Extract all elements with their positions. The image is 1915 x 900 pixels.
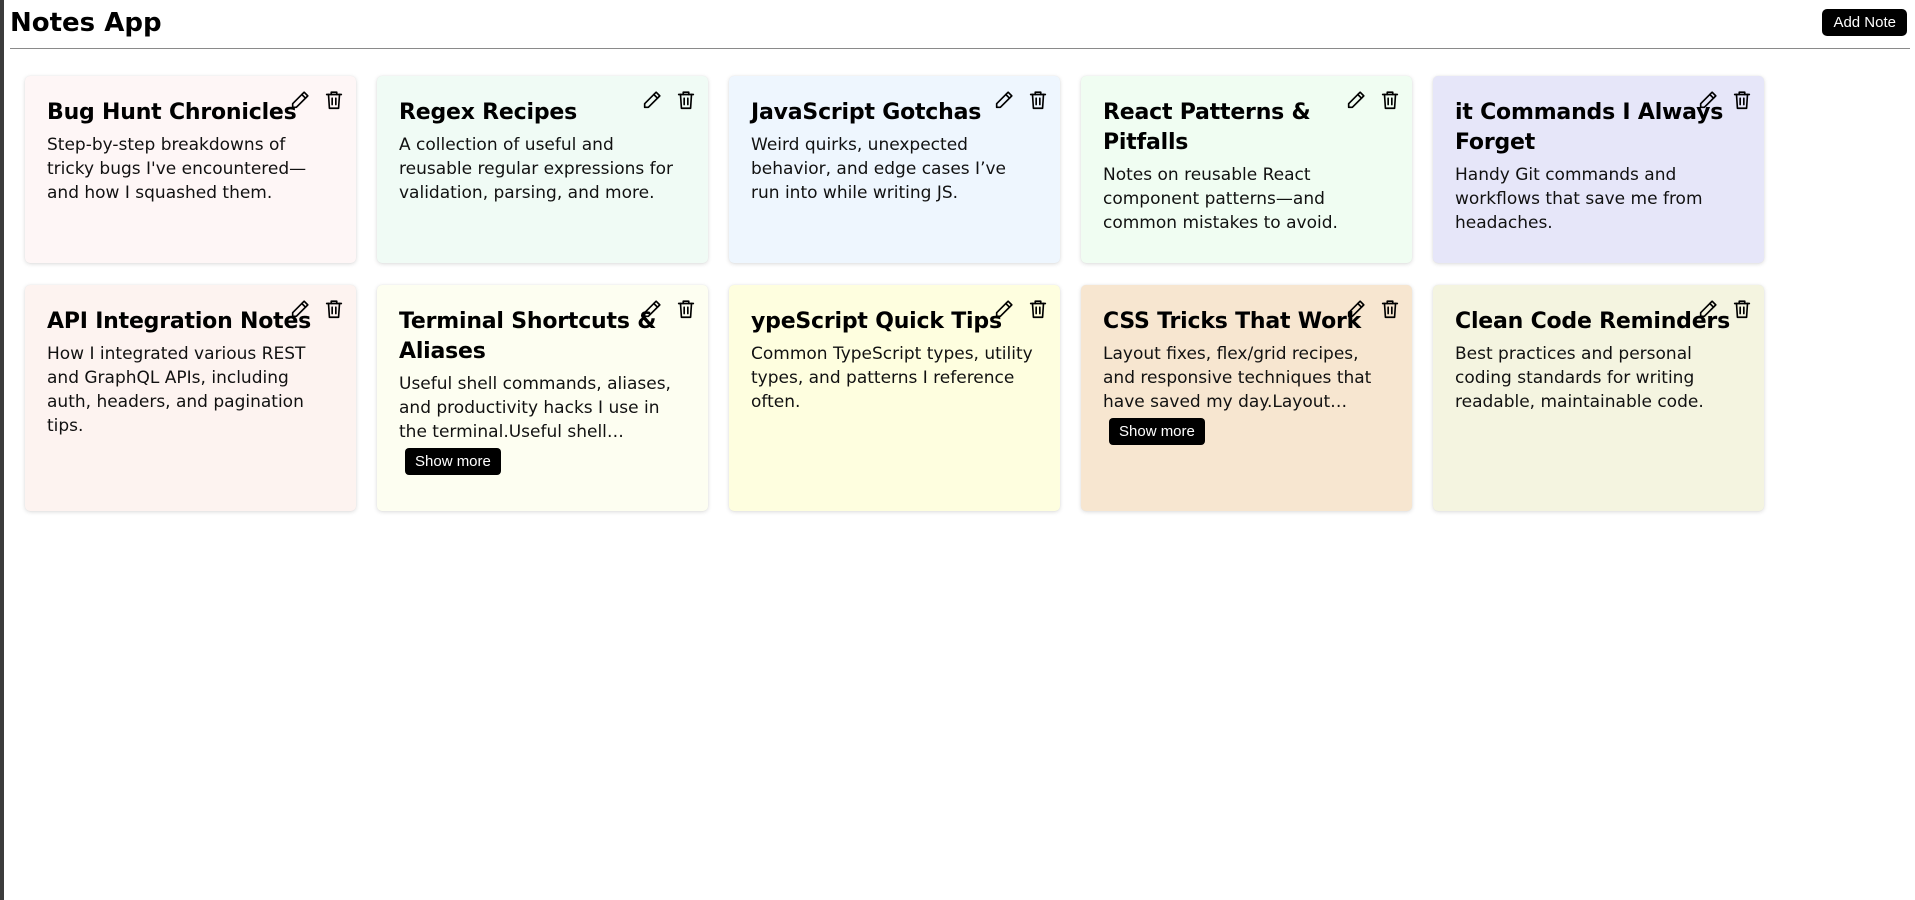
trash-icon[interactable]	[674, 87, 698, 113]
trash-icon[interactable]	[1026, 87, 1050, 113]
note-body: Step-by-step breakdowns of tricky bugs I…	[47, 135, 307, 203]
note-card: Bug Hunt Chronicles Step-by-step breakdo…	[25, 76, 356, 263]
note-actions	[288, 87, 346, 113]
note-actions	[288, 296, 346, 322]
pencil-icon[interactable]	[1696, 87, 1720, 113]
note-body: Best practices and personal coding stand…	[1455, 344, 1704, 412]
app-title: Notes App	[10, 8, 162, 38]
note-actions	[640, 296, 698, 322]
note-body: How I integrated various REST and GraphQ…	[47, 344, 306, 436]
notes-grid: Bug Hunt Chronicles Step-by-step breakdo…	[25, 76, 1764, 511]
note-body: Common TypeScript types, utility types, …	[751, 344, 1033, 412]
pencil-icon[interactable]	[640, 87, 664, 113]
note-card: CSS Tricks That Work Layout fixes, flex/…	[1081, 285, 1412, 511]
note-body: A collection of useful and reusable regu…	[399, 135, 674, 203]
trash-icon[interactable]	[322, 296, 346, 322]
pencil-icon[interactable]	[1344, 296, 1368, 322]
pencil-icon[interactable]	[992, 87, 1016, 113]
note-body: Handy Git commands and workflows that sa…	[1455, 165, 1703, 233]
pencil-icon[interactable]	[1344, 87, 1368, 113]
trash-icon[interactable]	[1730, 87, 1754, 113]
note-card: ypeScript Quick Tips Common TypeScript t…	[729, 285, 1060, 511]
window-edge	[0, 0, 4, 900]
app-header: Notes App Add Note	[10, 0, 1910, 49]
note-card: JavaScript Gotchas Weird quirks, unexpec…	[729, 76, 1060, 263]
show-more-button[interactable]: Show more	[1109, 418, 1205, 445]
show-more-button[interactable]: Show more	[405, 448, 501, 475]
note-actions	[992, 296, 1050, 322]
note-actions	[1344, 87, 1402, 113]
note-card: API Integration Notes How I integrated v…	[25, 285, 356, 511]
trash-icon[interactable]	[1026, 296, 1050, 322]
note-card: it Commands I Always Forget Handy Git co…	[1433, 76, 1764, 263]
note-body: Useful shell commands, aliases, and prod…	[399, 374, 671, 442]
note-card: Regex Recipes A collection of useful and…	[377, 76, 708, 263]
note-actions	[1344, 296, 1402, 322]
note-actions	[640, 87, 698, 113]
trash-icon[interactable]	[322, 87, 346, 113]
trash-icon[interactable]	[1378, 87, 1402, 113]
note-actions	[992, 87, 1050, 113]
trash-icon[interactable]	[1730, 296, 1754, 322]
trash-icon[interactable]	[674, 296, 698, 322]
trash-icon[interactable]	[1378, 296, 1402, 322]
note-body: Weird quirks, unexpected behavior, and e…	[751, 135, 1006, 203]
note-body: Notes on reusable React component patter…	[1103, 165, 1338, 233]
pencil-icon[interactable]	[288, 87, 312, 113]
pencil-icon[interactable]	[640, 296, 664, 322]
add-note-button[interactable]: Add Note	[1822, 9, 1907, 36]
note-body: Layout fixes, flex/grid recipes, and res…	[1103, 344, 1372, 412]
note-card: Terminal Shortcuts & Aliases Useful shel…	[377, 285, 708, 511]
pencil-icon[interactable]	[1696, 296, 1720, 322]
note-card: Clean Code Reminders Best practices and …	[1433, 285, 1764, 511]
pencil-icon[interactable]	[288, 296, 312, 322]
note-card: React Patterns & Pitfalls Notes on reusa…	[1081, 76, 1412, 263]
note-actions	[1696, 296, 1754, 322]
pencil-icon[interactable]	[992, 296, 1016, 322]
note-actions	[1696, 87, 1754, 113]
